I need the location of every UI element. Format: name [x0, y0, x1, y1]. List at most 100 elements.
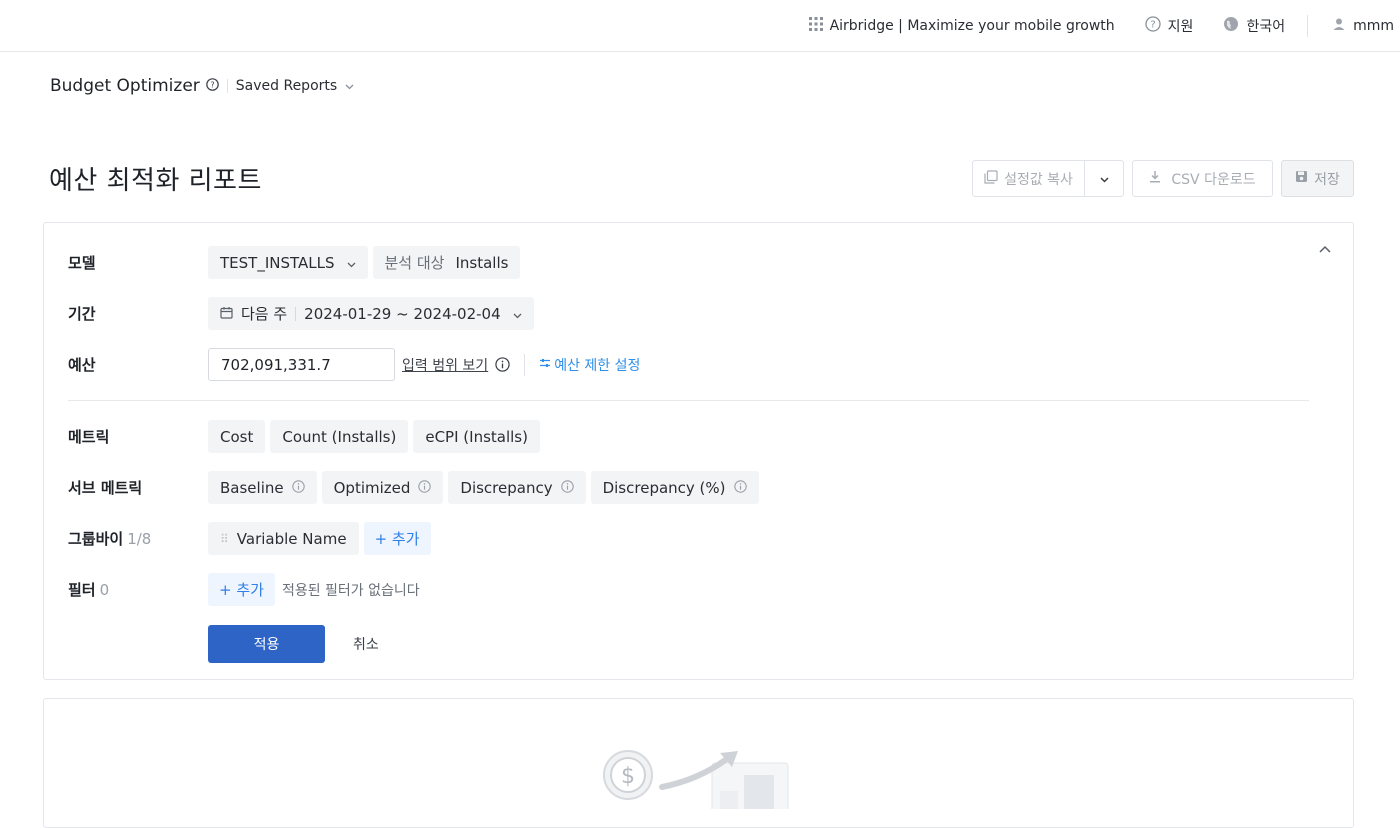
date-range-picker[interactable]: 다음 주 2024-01-29 ~ 2024-02-04 — [208, 297, 534, 330]
metrics-row: 메트릭 Cost Count (Installs) eCPI (Installs… — [68, 420, 545, 453]
period-label: 기간 — [68, 305, 96, 323]
topbar-divider — [1307, 14, 1309, 37]
chevron-down-icon — [347, 254, 356, 272]
add-group-by-button[interactable]: + 추가 — [363, 522, 431, 555]
model-label: 모델 — [68, 254, 96, 272]
grid-icon — [808, 16, 823, 35]
info-icon[interactable] — [495, 357, 510, 372]
help-circle-icon[interactable]: ? — [205, 77, 219, 95]
copy-settings-button[interactable]: 설정값 복사 — [973, 161, 1085, 196]
metrics-label: 메트릭 — [68, 428, 110, 446]
sub-metric-label: Optimized — [333, 478, 411, 497]
budget-limit-link[interactable]: 예산 제한 설정 — [539, 355, 640, 375]
group-by-label-wrap: 그룹바이 1/8 — [68, 528, 208, 549]
period-preset: 다음 주 — [241, 305, 288, 323]
breadcrumb: Budget Optimizer ? Saved Reports — [50, 76, 354, 96]
group-by-value: Variable Name — [236, 529, 347, 548]
analysis-target-label: 분석 대상 — [384, 254, 445, 272]
metric-chip[interactable]: Count (Installs) — [270, 420, 409, 453]
save-icon — [1295, 170, 1308, 187]
user-icon — [1332, 17, 1346, 35]
budget-label: 예산 — [68, 356, 96, 374]
svg-text:?: ? — [210, 79, 214, 89]
sub-metrics-label: 서브 메트릭 — [68, 479, 143, 497]
sub-metric-label: Baseline — [220, 478, 284, 497]
language-label: 한국어 — [1246, 18, 1286, 35]
info-icon — [560, 479, 574, 497]
svg-text:$: $ — [621, 764, 635, 789]
input-range-link[interactable]: 입력 범위 보기 — [402, 355, 488, 375]
chevron-down-icon — [345, 78, 354, 94]
support-link[interactable]: ? 지원 — [1145, 15, 1193, 36]
filter-empty-text: 적용된 필터가 없습니다 — [281, 582, 420, 599]
apply-button[interactable]: 적용 — [208, 625, 325, 663]
sub-metric-chip[interactable]: Discrepancy — [448, 471, 586, 504]
info-icon — [418, 479, 432, 497]
sub-metrics-row: 서브 메트릭 Baseline Optimized Discrepancy Di… — [68, 471, 764, 504]
breadcrumb-separator — [226, 79, 228, 93]
csv-download-button[interactable]: CSV 다운로드 — [1132, 160, 1273, 197]
sub-metric-label: Discrepancy (%) — [602, 478, 726, 497]
group-by-label: 그룹바이 — [68, 530, 124, 548]
budget-limit-label: 예산 제한 설정 — [554, 357, 641, 374]
sub-metric-label: Discrepancy — [460, 478, 553, 497]
info-icon — [733, 479, 747, 497]
chevron-down-icon — [1099, 171, 1109, 187]
metric-chip[interactable]: eCPI (Installs) — [413, 420, 540, 453]
report-config-card: 모델 TEST_INSTALLS 분석 대상 Installs 기간 다음 주 … — [43, 222, 1354, 680]
saved-reports-label: Saved Reports — [235, 78, 338, 94]
download-icon — [1149, 170, 1161, 187]
calendar-icon — [220, 305, 233, 323]
brand-label: Airbridge | Maximize your mobile growth — [829, 17, 1115, 34]
sliders-icon — [539, 357, 551, 373]
copy-settings-button-group: 설정값 복사 — [972, 160, 1124, 197]
period-row: 기간 다음 주 2024-01-29 ~ 2024-02-04 — [68, 297, 539, 330]
globe-icon — [1223, 16, 1239, 36]
budget-divider — [524, 353, 526, 376]
csv-download-label: CSV 다운로드 — [1171, 171, 1256, 188]
app-switcher[interactable]: Airbridge | Maximize your mobile growth — [808, 16, 1115, 35]
analysis-target-badge: 분석 대상 Installs — [372, 246, 521, 279]
section-divider — [68, 400, 1309, 401]
top-bar: Airbridge | Maximize your mobile growth … — [0, 0, 1400, 52]
model-row: 모델 TEST_INSTALLS 분석 대상 Installs — [68, 246, 525, 279]
model-select[interactable]: TEST_INSTALLS — [208, 246, 368, 279]
report-actions: 설정값 복사 CSV 다운로드 저장 — [972, 160, 1354, 197]
chevron-up-icon[interactable] — [1319, 241, 1331, 257]
period-separator — [295, 306, 297, 321]
add-filter-button[interactable]: + 추가 — [208, 573, 275, 606]
svg-text:?: ? — [1150, 19, 1155, 30]
save-button[interactable]: 저장 — [1281, 160, 1354, 197]
user-menu[interactable]: mmm — [1332, 17, 1394, 35]
copy-icon — [984, 169, 998, 188]
filter-label: 필터 — [68, 581, 96, 599]
empty-state-illustration: $ — [602, 749, 802, 824]
group-by-chip[interactable]: ⠿ Variable Name — [208, 522, 359, 555]
report-result-card: $ — [43, 698, 1354, 828]
help-circle-icon: ? — [1145, 15, 1161, 36]
cancel-button[interactable]: 취소 — [353, 634, 379, 654]
analysis-target-value: Installs — [455, 253, 509, 272]
filter-row: 필터 0 + 추가 적용된 필터가 없습니다 — [68, 573, 420, 606]
chevron-down-icon — [513, 305, 522, 323]
form-actions: 적용 취소 — [68, 625, 379, 663]
drag-handle-icon[interactable]: ⠿ — [220, 532, 229, 546]
sub-metric-chip[interactable]: Optimized — [321, 471, 444, 504]
sub-metric-chip[interactable]: Baseline — [208, 471, 317, 504]
info-icon — [291, 479, 305, 497]
page-title: 예산 최적화 리포트 — [49, 166, 262, 196]
filter-count: 0 — [99, 581, 110, 599]
breadcrumb-title: Budget Optimizer — [50, 76, 200, 96]
metric-chip[interactable]: Cost — [208, 420, 266, 453]
save-label: 저장 — [1314, 171, 1340, 188]
user-name: mmm — [1353, 17, 1394, 34]
sub-metric-chip[interactable]: Discrepancy (%) — [590, 471, 759, 504]
period-range: 2024-01-29 ~ 2024-02-04 — [304, 304, 501, 323]
group-by-row: 그룹바이 1/8 ⠿ Variable Name + 추가 — [68, 522, 436, 555]
filter-label-wrap: 필터 0 — [68, 579, 208, 600]
copy-settings-dropdown[interactable] — [1085, 171, 1123, 187]
budget-input[interactable] — [208, 348, 395, 381]
saved-reports-dropdown[interactable]: Saved Reports — [236, 78, 354, 94]
language-selector[interactable]: 한국어 — [1223, 16, 1285, 36]
copy-settings-label: 설정값 복사 — [1004, 171, 1073, 188]
